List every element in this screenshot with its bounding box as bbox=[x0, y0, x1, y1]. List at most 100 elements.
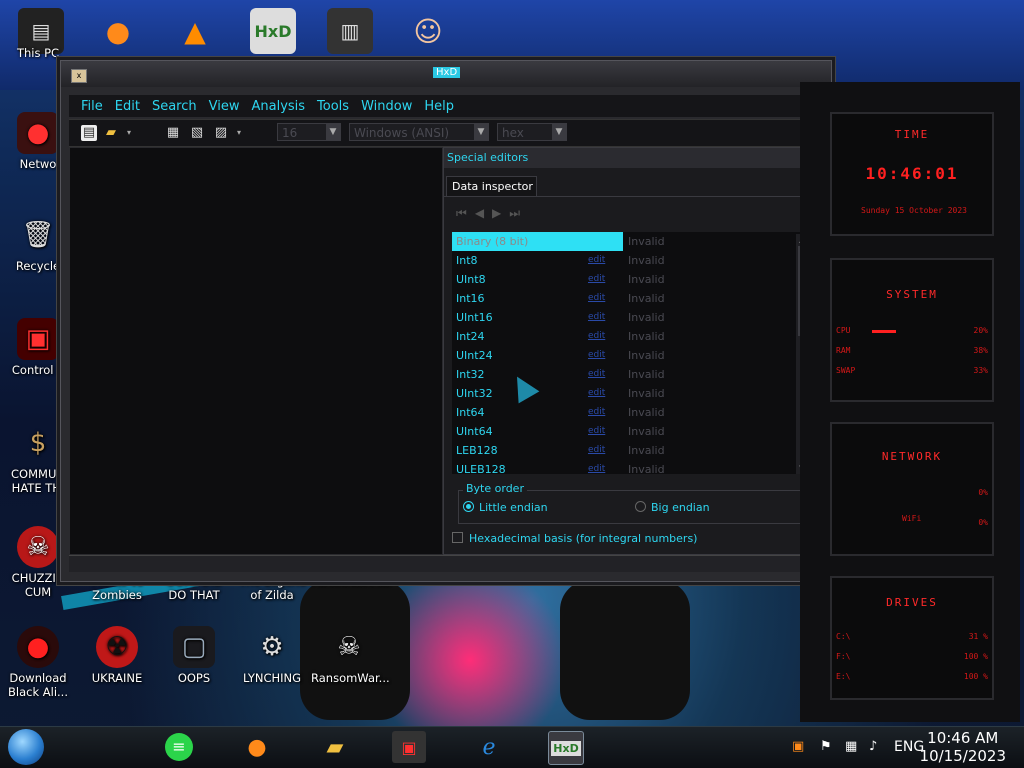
inspector-row[interactable]: LEB128 edit Invalid bbox=[452, 441, 792, 460]
game-taskbar-icon[interactable]: ▣ bbox=[392, 731, 426, 763]
inspector-row[interactable]: UInt16 edit Invalid bbox=[452, 308, 792, 327]
volume-icon[interactable]: ♪ bbox=[869, 739, 877, 754]
network-icon[interactable]: ▦ bbox=[845, 739, 857, 754]
row-edit-link[interactable]: edit bbox=[588, 460, 605, 474]
internet-explorer-icon[interactable]: ℯ bbox=[472, 731, 506, 763]
row-edit-link[interactable]: edit bbox=[588, 441, 605, 460]
inspector-row[interactable]: ULEB128 edit Invalid bbox=[452, 460, 792, 474]
menu-file[interactable]: File bbox=[81, 99, 103, 114]
offset-base-select[interactable]: hex ▼ bbox=[497, 123, 567, 141]
drive-e-label: E:\ bbox=[836, 672, 851, 681]
hxd-app-icon[interactable]: x bbox=[71, 69, 87, 83]
row-edit-link[interactable]: edit bbox=[588, 251, 605, 270]
network-down-value: 0% bbox=[978, 518, 988, 527]
drives-panel: DRIVES C:\ 31 % F:\ 100 % E:\ 100 % bbox=[830, 576, 994, 700]
menu-search[interactable]: Search bbox=[152, 99, 197, 114]
wifi-label: WiFi bbox=[902, 514, 922, 523]
desktop-icon-download-black-ali[interactable]: ● Download Black Ali... bbox=[0, 626, 76, 699]
menu-window[interactable]: Window bbox=[361, 99, 412, 114]
inspector-row[interactable]: UInt64 edit Invalid bbox=[452, 422, 792, 441]
row-edit-link[interactable]: edit bbox=[588, 365, 605, 384]
row-type: Int24 bbox=[456, 330, 485, 343]
inspector-row[interactable]: Int24 edit Invalid bbox=[452, 327, 792, 346]
chat-app-icon[interactable]: ≡ bbox=[162, 731, 196, 763]
drive-f-value: 100 % bbox=[963, 652, 988, 661]
menu-bar: File Edit Search View Analysis Tools Win… bbox=[69, 95, 823, 117]
properties-icon[interactable]: ▨ bbox=[213, 125, 229, 141]
desktop-icon-ransomware[interactable]: ☠ RansomWar... bbox=[311, 626, 390, 685]
window-titlebar[interactable]: x HxD bbox=[61, 61, 831, 87]
desktop-icon-ukraine[interactable]: ☢ UKRAINE bbox=[79, 626, 155, 685]
menu-analysis[interactable]: Analysis bbox=[251, 99, 305, 114]
desktop-icon-oops[interactable]: ▢ OOPS bbox=[156, 626, 232, 685]
row-value: Invalid bbox=[628, 330, 665, 343]
vlc-icon[interactable]: ▲ bbox=[172, 8, 218, 54]
last-icon[interactable]: ⏭ bbox=[509, 206, 528, 220]
firefox-icon[interactable]: ● bbox=[95, 8, 141, 54]
inspector-list[interactable]: Binary (8 bit) Invalid Int8 edit Invalid… bbox=[452, 232, 802, 474]
doctor-icon[interactable]: ☺ bbox=[405, 8, 451, 54]
row-value: Invalid bbox=[628, 349, 665, 362]
tray-app-icon[interactable]: ▣ bbox=[792, 739, 804, 754]
time-panel: TIME 10:46:01 Sunday 15 October 2023 bbox=[830, 112, 994, 236]
row-type: Int32 bbox=[456, 368, 485, 381]
menu-tools[interactable]: Tools bbox=[317, 99, 349, 114]
network-panel: NETWORK 0% WiFi 0% bbox=[830, 422, 994, 556]
hex-editor-area[interactable] bbox=[69, 147, 443, 555]
row-type: Int64 bbox=[456, 406, 485, 419]
inspector-row[interactable]: Int8 edit Invalid bbox=[452, 251, 792, 270]
hxd-icon[interactable]: HxD bbox=[250, 8, 296, 54]
desktop-icon-lynching[interactable]: ⚙ LYNCHING bbox=[234, 626, 310, 685]
save-icon[interactable]: ▦ bbox=[165, 125, 181, 141]
skull-icon: ☠ bbox=[337, 632, 361, 662]
big-endian-label: Big endian bbox=[651, 501, 710, 514]
file-explorer-icon[interactable]: ▰ bbox=[318, 731, 352, 763]
big-endian-radio[interactable]: Big endian bbox=[635, 501, 710, 514]
chevron-down-icon[interactable]: ▾ bbox=[231, 125, 247, 141]
inspector-row[interactable]: Int32 edit Invalid bbox=[452, 365, 792, 384]
inspector-row[interactable]: Int16 edit Invalid bbox=[452, 289, 792, 308]
taskbar-clock[interactable]: 10:46 AM 10/15/2023 bbox=[920, 729, 1006, 765]
firefox-icon[interactable]: ● bbox=[240, 731, 274, 763]
row-edit-link[interactable]: edit bbox=[588, 327, 605, 346]
flag-icon[interactable]: ⚑ bbox=[820, 739, 832, 754]
menu-edit[interactable]: Edit bbox=[115, 99, 140, 114]
swap-label: SWAP bbox=[836, 366, 856, 375]
first-icon[interactable]: ⏮ bbox=[456, 206, 475, 220]
hxd-taskbar-icon[interactable]: HxD bbox=[548, 731, 584, 765]
previous-icon[interactable]: ◀ bbox=[475, 206, 492, 220]
save-all-icon[interactable]: ▧ bbox=[189, 125, 205, 141]
row-edit-link[interactable]: edit bbox=[588, 384, 605, 403]
row-edit-link[interactable]: edit bbox=[588, 270, 605, 289]
inspector-row[interactable]: UInt32 edit Invalid bbox=[452, 384, 792, 403]
row-edit-link[interactable]: edit bbox=[588, 308, 605, 327]
hex-basis-checkbox[interactable]: Hexadecimal basis (for integral numbers) bbox=[452, 532, 697, 545]
menu-view[interactable]: View bbox=[209, 99, 240, 114]
new-file-icon[interactable]: ▤ bbox=[81, 125, 97, 141]
open-folder-icon[interactable]: ▰ bbox=[103, 125, 119, 141]
hxd-window[interactable]: x HxD File Edit Search View Analysis Too… bbox=[60, 60, 832, 582]
row-edit-link[interactable]: edit bbox=[588, 289, 605, 308]
row-edit-link[interactable]: edit bbox=[588, 403, 605, 422]
tab-data-inspector[interactable]: Data inspector bbox=[446, 176, 537, 197]
row-edit-link[interactable]: edit bbox=[588, 346, 605, 365]
little-endian-radio[interactable]: Little endian bbox=[463, 501, 548, 514]
menu-help[interactable]: Help bbox=[424, 99, 454, 114]
row-type: ULEB128 bbox=[456, 463, 506, 474]
game-icon[interactable]: ▥ bbox=[327, 8, 373, 54]
inspector-row[interactable]: Int64 edit Invalid bbox=[452, 403, 792, 422]
status-bar bbox=[69, 555, 823, 572]
row-value: Invalid bbox=[628, 387, 665, 400]
row-edit-link[interactable]: edit bbox=[588, 422, 605, 441]
radiation-icon: ☢ bbox=[96, 626, 138, 668]
charset-select[interactable]: Windows (ANSI) ▼ bbox=[349, 123, 489, 141]
window-title: HxD bbox=[433, 67, 461, 78]
bytes-per-row-select[interactable]: 16 ▼ bbox=[277, 123, 341, 141]
chevron-down-icon[interactable]: ▾ bbox=[121, 125, 137, 141]
inspector-row[interactable]: Binary (8 bit) Invalid bbox=[452, 232, 792, 251]
inspector-row[interactable]: UInt8 edit Invalid bbox=[452, 270, 792, 289]
desktop-icon-this-pc[interactable]: This PC bbox=[0, 46, 76, 60]
start-button[interactable] bbox=[8, 729, 44, 765]
next-icon[interactable]: ▶ bbox=[492, 206, 509, 220]
inspector-row[interactable]: UInt24 edit Invalid bbox=[452, 346, 792, 365]
